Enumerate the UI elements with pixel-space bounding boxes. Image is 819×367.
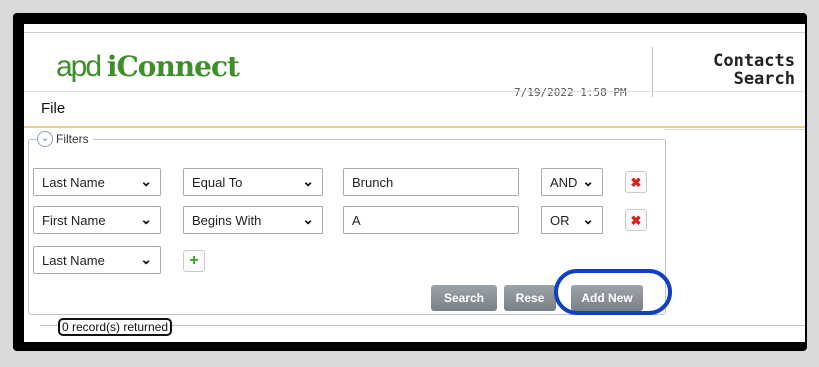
filter-1-operator-value: Equal To xyxy=(192,175,243,190)
filter-1-value-text: Brunch xyxy=(352,175,394,190)
add-plus-icon[interactable]: + xyxy=(183,250,205,272)
filter-2-operator-value: Begins With xyxy=(192,213,262,228)
panel-divider xyxy=(664,129,805,130)
chevron-down-icon: ⌄ xyxy=(582,211,594,227)
filters-legend: ⌄ Filters xyxy=(37,131,93,147)
filter-1-value-input[interactable]: Brunch xyxy=(343,168,519,196)
filter-2-operator-select[interactable]: Begins With ⌄ xyxy=(183,206,323,234)
chevron-down-icon: ⌄ xyxy=(302,173,314,189)
page-title-line1: Contacts xyxy=(713,51,795,71)
filter-1-operator-select[interactable]: Equal To ⌄ xyxy=(183,168,323,196)
filter-1-field-value: Last Name xyxy=(42,175,105,190)
chevron-down-icon: ⌄ xyxy=(140,173,152,189)
logo-iconnect-text: iConnect xyxy=(106,50,240,83)
filter-2-field-select[interactable]: First Name ⌄ xyxy=(33,206,161,234)
page-title-line2: Search xyxy=(733,69,795,89)
delete-x-icon[interactable]: ✖ xyxy=(625,171,647,193)
new-filter-field-select[interactable]: Last Name ⌄ xyxy=(33,246,161,274)
filter-2-value-text: A xyxy=(352,213,361,228)
chevron-down-icon: ⌄ xyxy=(582,173,594,189)
chevron-down-icon: ⌄ xyxy=(140,211,152,227)
logo-apd-text: apd xyxy=(56,50,102,83)
search-button[interactable]: Search xyxy=(431,285,497,311)
header-separator xyxy=(652,47,653,97)
filter-1-field-select[interactable]: Last Name ⌄ xyxy=(33,168,161,196)
top-divider xyxy=(24,32,805,33)
chevron-down-icon: ⌄ xyxy=(140,251,152,267)
filter-1-conjunction-select[interactable]: AND ⌄ xyxy=(541,168,603,196)
collapse-circle-icon[interactable]: ⌄ xyxy=(37,131,53,147)
delete-x-icon[interactable]: ✖ xyxy=(625,209,647,231)
chevron-down-icon: ⌄ xyxy=(302,211,314,227)
filter-2-value-input[interactable]: A xyxy=(343,206,519,234)
filters-label: Filters xyxy=(56,132,89,146)
reset-button[interactable]: Rese xyxy=(504,285,556,311)
new-filter-field-value: Last Name xyxy=(42,253,105,268)
apd-iconnect-logo: apd iConnect xyxy=(56,50,240,84)
app-screen: apd iConnect 7/19/2022 1:58 PM Contacts … xyxy=(24,24,805,342)
add-new-highlight-circle xyxy=(554,269,672,315)
filter-2-field-value: First Name xyxy=(42,213,106,228)
records-returned-label: 0 record(s) returned xyxy=(58,318,173,336)
filter-1-conjunction-value: AND xyxy=(550,175,578,190)
menu-bar: File xyxy=(24,91,805,128)
page-title: Contacts Search xyxy=(713,52,795,88)
filter-2-conjunction-value: OR xyxy=(550,213,570,228)
menu-file[interactable]: File xyxy=(41,100,65,117)
filter-2-conjunction-select[interactable]: OR ⌄ xyxy=(541,206,603,234)
